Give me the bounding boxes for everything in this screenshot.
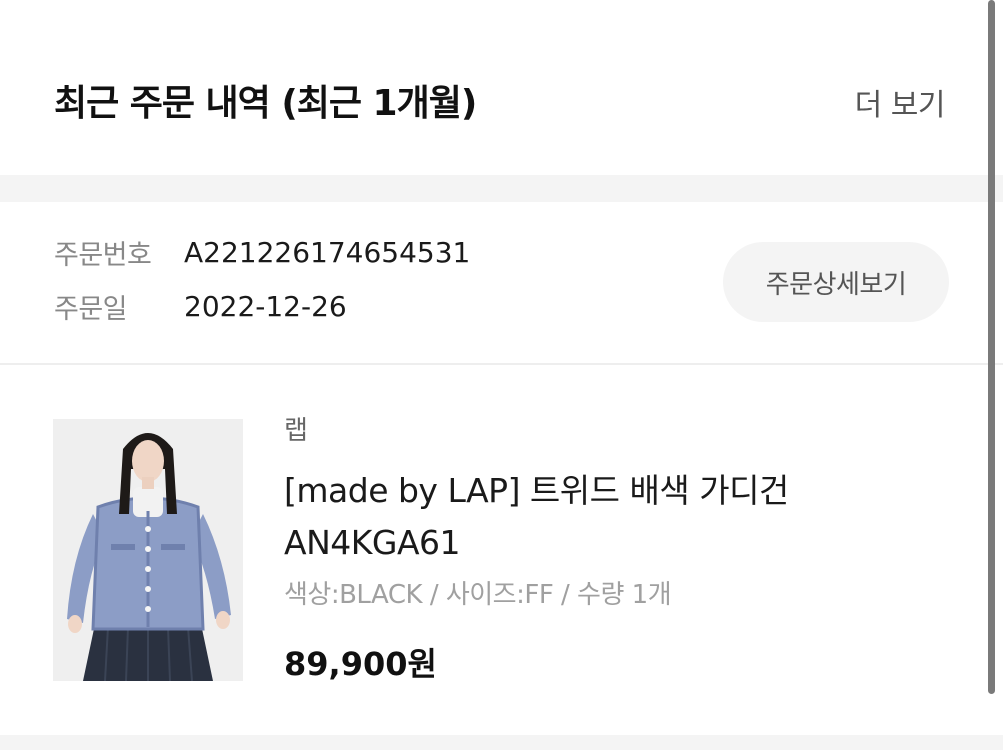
recent-orders-page: 최근 주문 내역 (최근 1개월) 더 보기 주문번호 A22122617465… xyxy=(0,0,1003,750)
order-detail-button[interactable]: 주문상세보기 xyxy=(723,242,949,322)
scrollbar[interactable] xyxy=(988,0,995,694)
order-date-value: 2022-12-26 xyxy=(184,289,347,323)
product-thumbnail[interactable] xyxy=(53,419,243,681)
order-item[interactable]: 랩 [made by LAP] 트위드 배색 가디건 AN4KGA61 색상:B… xyxy=(0,365,1003,735)
order-number-label: 주문번호 xyxy=(54,239,152,271)
bottom-divider xyxy=(0,735,1003,750)
order-date-row: 주문일 2022-12-26 xyxy=(54,286,347,326)
order-date-label: 주문일 xyxy=(54,293,128,325)
product-brand: 랩 xyxy=(284,416,308,446)
product-price: 89,900원 xyxy=(284,645,437,683)
product-name[interactable]: [made by LAP] 트위드 배색 가디건 AN4KGA61 xyxy=(284,465,904,569)
order-info: 주문번호 A221226174654531 주문일 2022-12-26 주문상… xyxy=(0,202,1003,365)
section-title: 최근 주문 내역 (최근 1개월) xyxy=(54,83,477,124)
order-number-row: 주문번호 A221226174654531 xyxy=(54,232,470,272)
product-options: 색상:BLACK / 사이즈:FF / 수량 1개 xyxy=(284,580,672,610)
section-divider xyxy=(0,175,1003,202)
order-number-value: A221226174654531 xyxy=(184,235,471,269)
product-photo-illustration xyxy=(53,419,243,681)
recent-orders-header: 최근 주문 내역 (최근 1개월) 더 보기 xyxy=(0,0,1003,175)
more-link[interactable]: 더 보기 xyxy=(855,86,946,126)
